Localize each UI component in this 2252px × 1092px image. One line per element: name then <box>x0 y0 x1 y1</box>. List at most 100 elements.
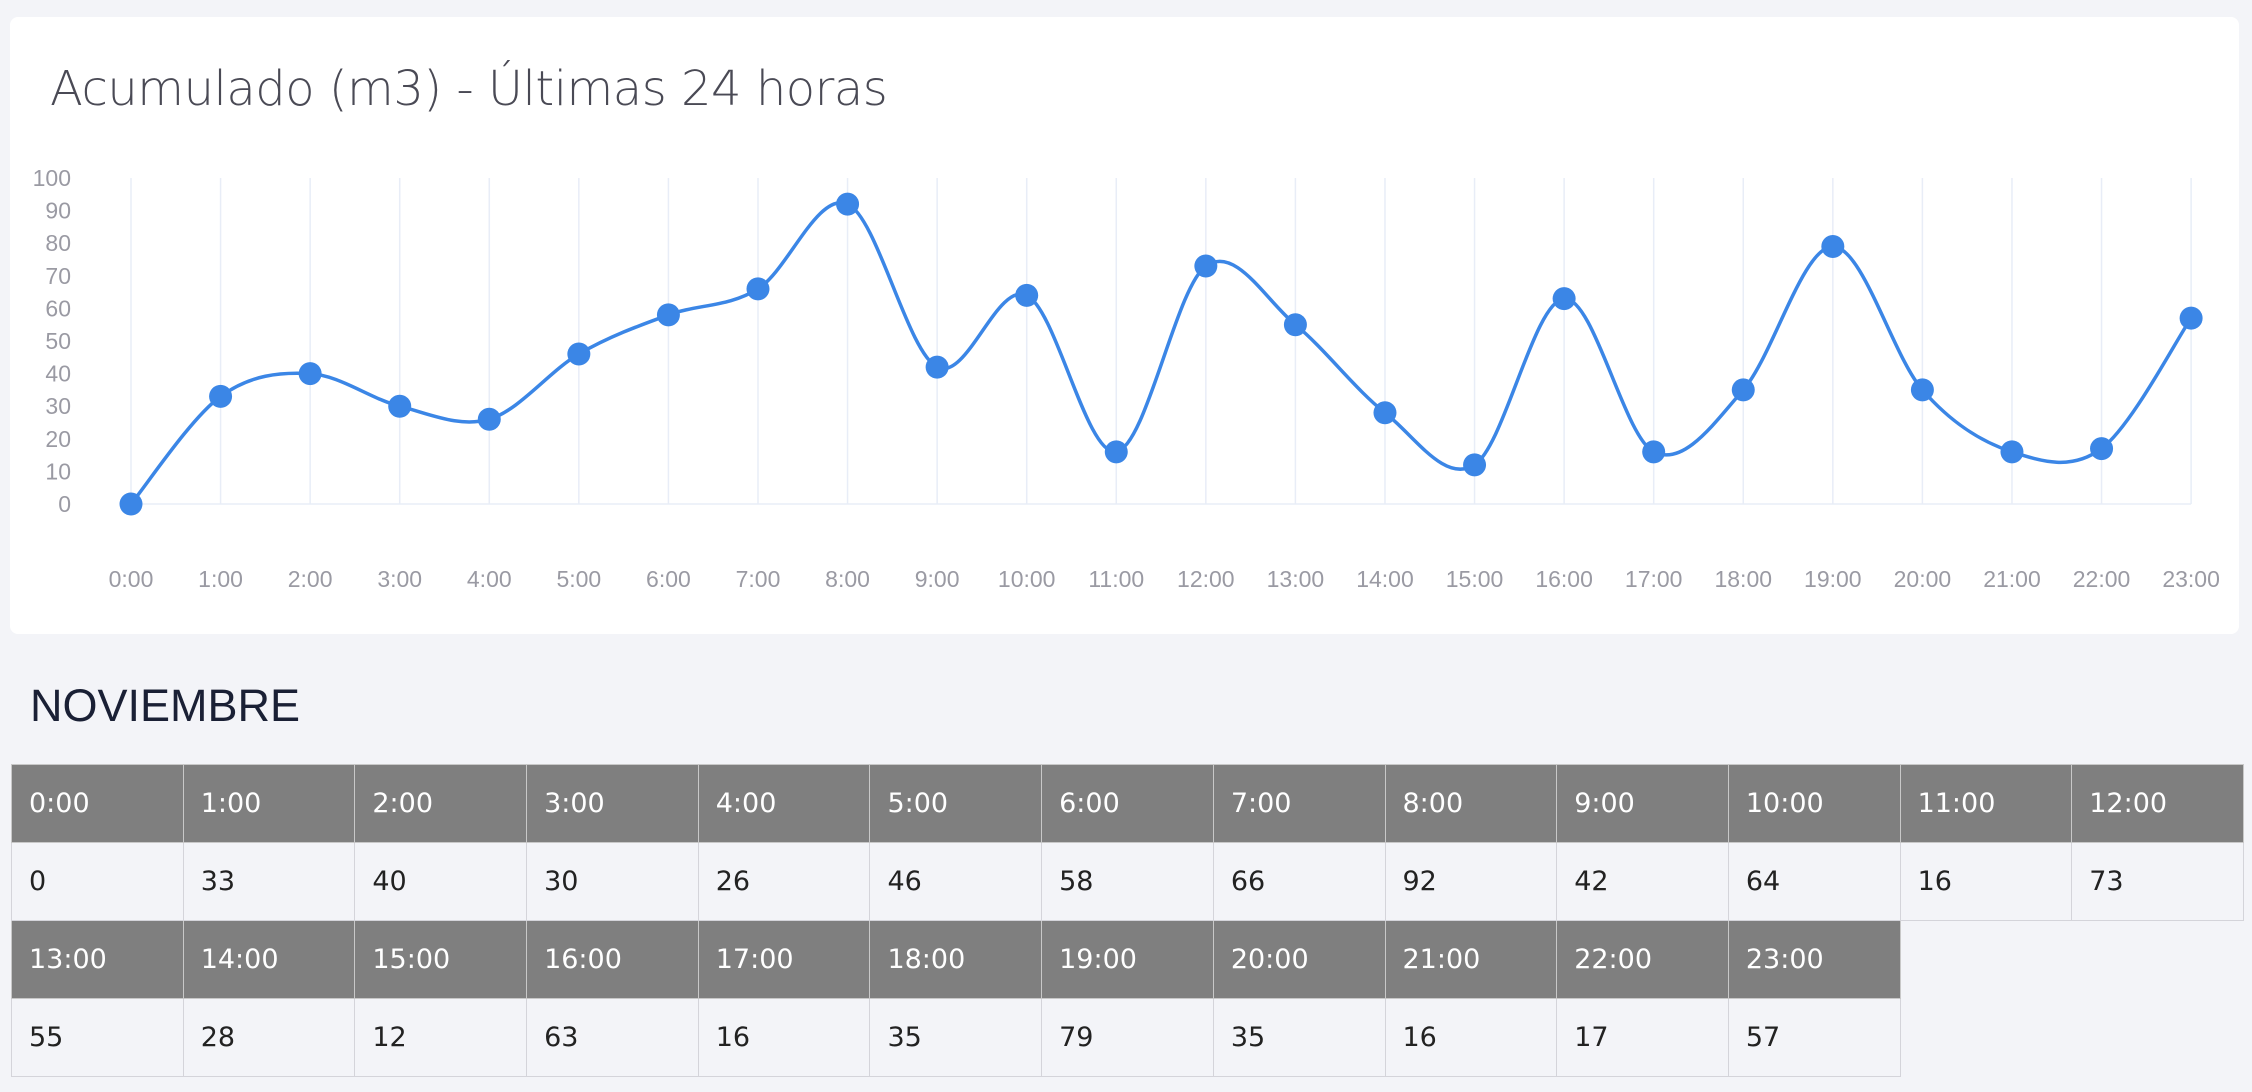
hour-header-cell: 0:00 <box>11 764 184 843</box>
x-tick-label: 16:00 <box>1535 566 1593 592</box>
x-tick-label: 2:00 <box>288 566 333 592</box>
value-cell: 35 <box>869 998 1043 1077</box>
data-point-22:00 <box>2090 437 2114 461</box>
data-point-10:00 <box>1015 283 1039 307</box>
x-tick-label: 13:00 <box>1267 566 1325 592</box>
hourly-table: 0:00 1:00 2:00 3:00 4:00 5:00 6:00 7:00 8:00 9:00… <box>11 764 2244 1077</box>
x-tick-label: 22:00 <box>2073 566 2131 592</box>
value-cell: 16 <box>1899 842 2073 921</box>
value-row: 55 28 12 63 16 35 79 35 16 17 57 <box>11 998 2244 1077</box>
value-cell: 46 <box>869 842 1043 921</box>
data-point-20:00 <box>1910 378 1934 402</box>
y-tick-label: 60 <box>45 295 71 321</box>
y-tick-label: 0 <box>58 491 71 517</box>
hour-header-row: 13:00 14:00 15:00 16:00 17:00 18:00 19:00 20:00… <box>11 920 2244 999</box>
data-point-19:00 <box>1821 234 1845 258</box>
y-tick-label: 20 <box>45 426 71 452</box>
y-tick-label: 90 <box>45 198 71 224</box>
data-point-9:00 <box>925 355 949 379</box>
x-tick-label: 3:00 <box>377 566 422 592</box>
hour-header-cell: 10:00 <box>1727 764 1901 843</box>
value-cell: 16 <box>697 998 871 1077</box>
hour-header-cell: 6:00 <box>1041 764 1214 843</box>
x-tick-label: 15:00 <box>1446 566 1504 592</box>
x-tick-label: 1:00 <box>198 566 243 592</box>
value-cell: 55 <box>11 998 184 1077</box>
y-tick-label: 100 <box>33 165 71 191</box>
empty-cell <box>1900 921 2072 999</box>
value-cell: 66 <box>1212 842 1386 921</box>
month-heading: NOVIEMBRE <box>30 680 301 731</box>
y-tick-label: 70 <box>45 263 71 289</box>
hour-header-cell: 3:00 <box>526 764 699 843</box>
hour-header-cell: 23:00 <box>1727 920 1901 999</box>
value-cell: 73 <box>2071 842 2244 921</box>
data-point-11:00 <box>1104 440 1128 464</box>
empty-cell <box>1900 999 2072 1077</box>
hour-header-cell: 19:00 <box>1041 920 1214 999</box>
y-tick-label: 80 <box>45 230 71 256</box>
value-cell: 0 <box>11 842 184 921</box>
hour-header-cell: 14:00 <box>182 920 356 999</box>
hour-header-cell: 11:00 <box>1899 764 2073 843</box>
x-tick-label: 4:00 <box>467 566 512 592</box>
data-point-1:00 <box>209 384 233 408</box>
value-cell: 17 <box>1556 998 1729 1077</box>
data-point-12:00 <box>1194 254 1218 278</box>
value-cell: 26 <box>697 842 871 921</box>
x-tick-label: 18:00 <box>1714 566 1772 592</box>
x-tick-label: 14:00 <box>1356 566 1414 592</box>
data-point-0:00 <box>119 492 143 516</box>
value-cell: 40 <box>354 842 528 921</box>
x-tick-label: 7:00 <box>736 566 781 592</box>
value-cell: 92 <box>1384 842 1558 921</box>
data-point-3:00 <box>388 394 412 418</box>
hour-header-row: 0:00 1:00 2:00 3:00 4:00 5:00 6:00 7:00 8:00 9:00… <box>11 764 2244 843</box>
x-tick-label: 5:00 <box>556 566 601 592</box>
x-tick-label: 17:00 <box>1625 566 1683 592</box>
value-row: 0 33 40 30 26 46 58 66 92 42 64 16 73 <box>11 842 2244 921</box>
hour-header-cell: 1:00 <box>182 764 356 843</box>
x-axis: 0:00 1:00 2:00 3:00 4:00 5:00 6:00 7:00 8:00 9:00… <box>109 566 2220 592</box>
data-point-13:00 <box>1283 313 1307 337</box>
series-line <box>129 200 2193 506</box>
value-cell: 57 <box>1727 998 1901 1077</box>
x-tick-label: 6:00 <box>646 566 691 592</box>
hour-header-cell: 8:00 <box>1384 764 1558 843</box>
data-point-2:00 <box>298 362 322 386</box>
hour-header-cell: 21:00 <box>1384 920 1558 999</box>
y-tick-label: 40 <box>45 361 71 387</box>
x-tick-label: 19:00 <box>1804 566 1862 592</box>
value-cell: 30 <box>526 842 699 921</box>
y-tick-label: 10 <box>45 458 71 484</box>
x-tick-label: 20:00 <box>1894 566 1952 592</box>
x-tick-label: 11:00 <box>1088 566 1144 592</box>
data-point-18:00 <box>1731 378 1755 402</box>
value-cell: 42 <box>1556 842 1729 921</box>
line-chart: 0 10 20 30 40 50 60 70 80 90 100 0:00 1:00 2:00 3:00 4… <box>33 165 2220 592</box>
hour-header-cell: 20:00 <box>1212 920 1386 999</box>
data-point-17:00 <box>1642 440 1666 464</box>
data-point-6:00 <box>656 303 680 327</box>
x-tick-label: 8:00 <box>825 566 870 592</box>
series-points <box>119 192 2203 516</box>
hour-header-cell: 17:00 <box>697 920 871 999</box>
data-point-7:00 <box>746 277 770 301</box>
hour-header-cell: 12:00 <box>2071 764 2244 843</box>
series-line-layer <box>129 200 2193 506</box>
hour-header-cell: 2:00 <box>354 764 528 843</box>
value-cell: 64 <box>1727 842 1901 921</box>
y-axis: 0 10 20 30 40 50 60 70 80 90 100 <box>33 165 71 517</box>
hour-header-cell: 7:00 <box>1212 764 1386 843</box>
x-tick-label: 12:00 <box>1177 566 1235 592</box>
y-tick-label: 50 <box>45 328 71 354</box>
hour-header-cell: 9:00 <box>1556 764 1729 843</box>
value-cell: 28 <box>182 998 356 1077</box>
data-point-15:00 <box>1463 453 1487 477</box>
y-tick-label: 30 <box>45 393 71 419</box>
x-tick-label: 9:00 <box>915 566 960 592</box>
x-tick-label: 23:00 <box>2162 566 2220 592</box>
hour-header-cell: 15:00 <box>354 920 528 999</box>
value-cell: 63 <box>526 998 699 1077</box>
hour-header-cell: 4:00 <box>697 764 871 843</box>
